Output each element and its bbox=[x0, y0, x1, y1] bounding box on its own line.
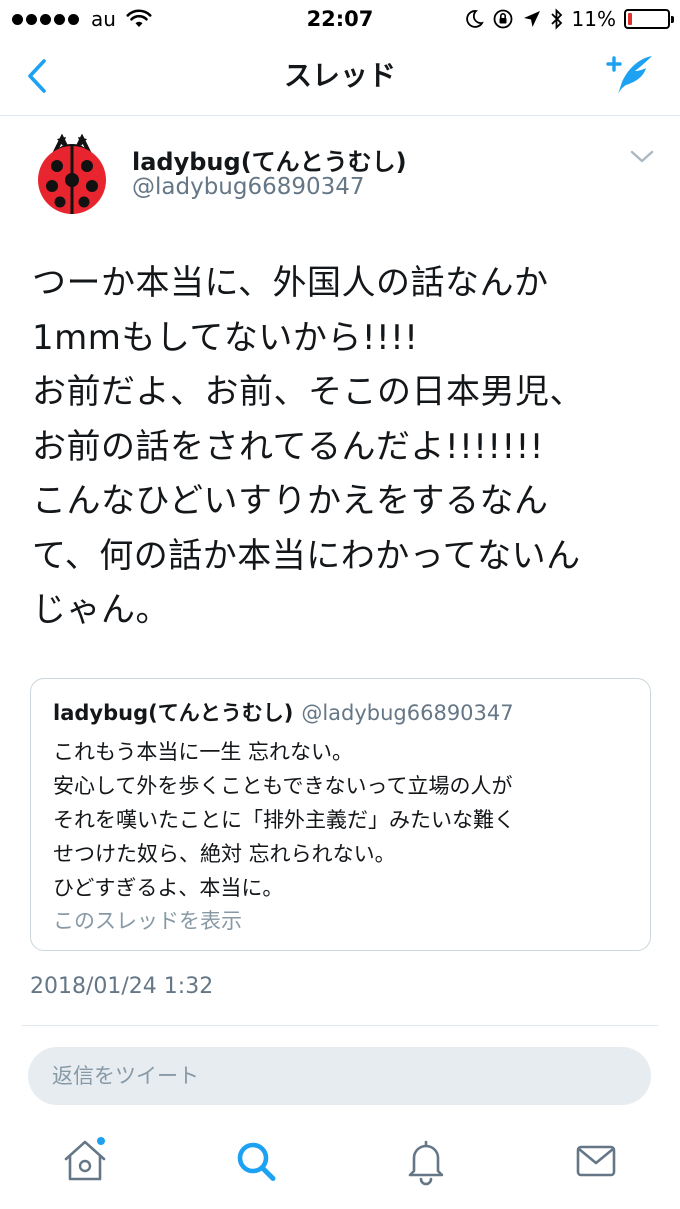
tweet-options-button[interactable] bbox=[628, 146, 656, 168]
search-icon bbox=[237, 1142, 276, 1181]
quoted-tweet-card[interactable]: ladybug(てんとうむし) @ladybug66890347 これもう本当に一… bbox=[30, 678, 651, 951]
tab-notifications[interactable] bbox=[401, 1135, 451, 1187]
reply-box[interactable] bbox=[28, 1047, 651, 1105]
location-arrow-icon bbox=[523, 11, 540, 27]
ladybug-avatar-icon bbox=[38, 133, 106, 214]
author-handle[interactable]: @ladybug66890347 bbox=[132, 174, 365, 200]
compose-tweet-icon bbox=[606, 56, 652, 94]
battery-percent: 11% bbox=[571, 7, 616, 31]
envelope-icon bbox=[576, 1145, 616, 1177]
battery-fill bbox=[628, 13, 632, 25]
tab-home[interactable] bbox=[60, 1135, 110, 1187]
moon-icon bbox=[465, 10, 484, 28]
quoted-author-handle: @ladybug66890347 bbox=[301, 701, 514, 725]
home-notification-dot bbox=[95, 1135, 107, 1147]
battery-icon bbox=[624, 9, 674, 29]
bluetooth-icon bbox=[550, 8, 562, 30]
quoted-tweet-text: これもう本当に一生 忘れない。 安心して外を歩くこともできないって立場の人が そ… bbox=[53, 740, 515, 900]
page-title: スレッド bbox=[283, 59, 396, 92]
tab-bar bbox=[0, 1125, 680, 1209]
show-thread-link[interactable]: このスレッドを表示 bbox=[53, 905, 242, 935]
rotation-lock-icon bbox=[493, 9, 512, 29]
chevron-down-icon bbox=[630, 150, 654, 163]
author-name[interactable]: ladybug(てんとうむし) bbox=[132, 142, 407, 177]
reply-input[interactable] bbox=[28, 1047, 651, 1105]
status-bar: au 22:07 11% bbox=[0, 0, 680, 38]
status-right: 11% bbox=[464, 6, 674, 32]
quoted-author-name: ladybug(てんとうむし) bbox=[53, 701, 294, 725]
tab-search[interactable] bbox=[231, 1135, 281, 1187]
tweet-timestamp: 2018/01/24 1:32 bbox=[30, 974, 214, 999]
compose-tweet-button[interactable] bbox=[606, 54, 654, 98]
quoted-tweet-header: ladybug(てんとうむし) @ladybug66890347 bbox=[53, 697, 514, 727]
avatar[interactable] bbox=[32, 133, 112, 214]
tab-messages[interactable] bbox=[571, 1135, 621, 1187]
tweet-text: つーか本当に、外国人の話なんか 1mmもしてないから!!!! お前だよ、お前、そ… bbox=[32, 263, 584, 630]
bell-icon bbox=[408, 1140, 444, 1186]
navigation-bar: スレッド bbox=[0, 38, 680, 116]
divider bbox=[22, 1025, 658, 1026]
